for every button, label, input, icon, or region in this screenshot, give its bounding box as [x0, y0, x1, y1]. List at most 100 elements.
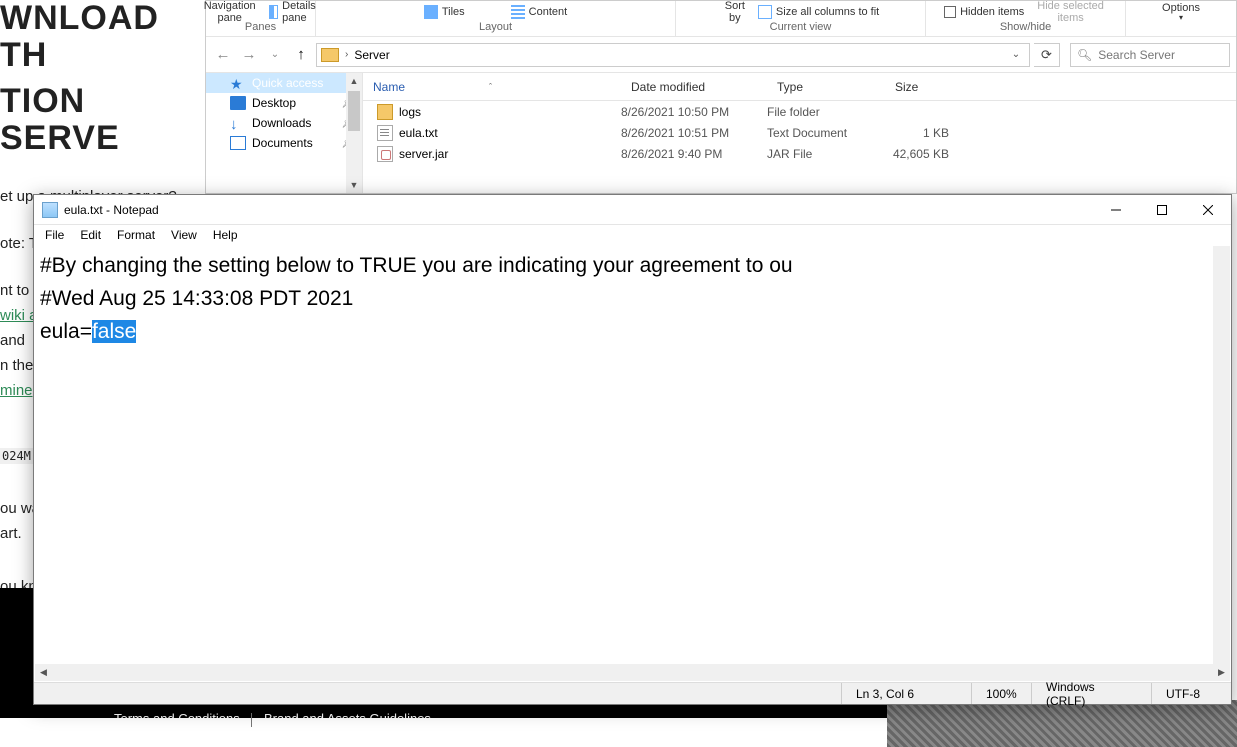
- sidebar-item-quick-access[interactable]: ★ Quick access: [206, 73, 362, 93]
- statusbar: Ln 3, Col 6 100% Windows (CRLF) UTF-8: [34, 682, 1231, 704]
- menu-file[interactable]: File: [38, 227, 71, 243]
- quick-access-icon: ★: [230, 76, 246, 90]
- navigation-sidebar: ★Quick accessDesktop📌︎↓Downloads📌︎Docume…: [206, 73, 363, 193]
- checkbox-icon: [944, 6, 956, 18]
- column-type[interactable]: Type: [767, 73, 885, 100]
- breadcrumb-item[interactable]: Server: [354, 48, 389, 62]
- file-row[interactable]: logs 8/26/2021 10:50 PMFile folder: [363, 101, 1236, 122]
- file-type: Text Document: [767, 126, 885, 140]
- folder-icon: [321, 48, 339, 62]
- close-button[interactable]: [1185, 195, 1231, 225]
- sidebar-item-documents[interactable]: Documents📌︎: [206, 133, 362, 153]
- column-size[interactable]: Size: [885, 73, 965, 100]
- folder-icon: [377, 104, 393, 120]
- file-date: 8/26/2021 10:51 PM: [621, 126, 767, 140]
- file-date: 8/26/2021 10:50 PM: [621, 105, 767, 119]
- nav-up-button[interactable]: ↑: [290, 44, 312, 66]
- sidebar-item-downloads[interactable]: ↓Downloads📌︎: [206, 113, 362, 133]
- titlebar[interactable]: eula.txt - Notepad: [34, 195, 1231, 225]
- status-encoding: UTF-8: [1151, 683, 1231, 704]
- file-row[interactable]: eula.txt 8/26/2021 10:51 PMText Document1…: [363, 122, 1236, 143]
- horizontal-scrollbar[interactable]: ◀ ▶: [35, 664, 1230, 681]
- text-editor[interactable]: #By changing the setting below to TRUE y…: [34, 245, 1231, 681]
- hidden-items-checkbox[interactable]: Hidden items: [941, 5, 1027, 19]
- sidebar-item-label: Desktop: [252, 96, 296, 110]
- file-name: logs: [399, 105, 421, 119]
- column-date[interactable]: Date modified: [621, 73, 767, 100]
- file-name: eula.txt: [399, 126, 438, 140]
- jar-icon: [377, 146, 393, 162]
- nav-recent-dropdown[interactable]: ⌄: [264, 44, 286, 66]
- menu-format[interactable]: Format: [110, 227, 162, 243]
- bg-link-wiki[interactable]: wiki a: [0, 307, 38, 324]
- file-explorer-window: Navigation pane Details pane Panes Tiles…: [205, 0, 1237, 194]
- file-type: JAR File: [767, 147, 885, 161]
- status-eol: Windows (CRLF): [1031, 683, 1151, 704]
- size-columns-button[interactable]: Size all columns to fit: [755, 4, 882, 20]
- scroll-down-icon[interactable]: ▼: [346, 177, 362, 193]
- file-size: 42,605 KB: [885, 147, 965, 161]
- menubar: FileEditFormatViewHelp: [34, 225, 1231, 245]
- menu-help[interactable]: Help: [206, 227, 245, 243]
- editor-line: #Wed Aug 25 14:33:08 PDT 2021: [40, 287, 353, 310]
- file-row[interactable]: server.jar 8/26/2021 9:40 PMJAR File42,60…: [363, 143, 1236, 164]
- file-date: 8/26/2021 9:40 PM: [621, 147, 767, 161]
- ribbon-group-label: Show/hide: [1000, 21, 1051, 35]
- status-zoom: 100%: [971, 683, 1031, 704]
- content-icon: [511, 5, 525, 19]
- bg-heading-2: TION SERVE: [0, 83, 205, 166]
- footer-link-terms[interactable]: Terms and Conditions: [114, 711, 240, 726]
- footer-link-brand[interactable]: Brand and Assets Guidelines: [264, 711, 431, 726]
- address-dropdown-icon[interactable]: ⌄: [1007, 49, 1025, 60]
- chevron-right-icon: ›: [345, 49, 348, 60]
- menu-edit[interactable]: Edit: [73, 227, 108, 243]
- content-view-button[interactable]: Content: [508, 4, 571, 20]
- refresh-button[interactable]: ⟳: [1034, 43, 1060, 67]
- minimize-button[interactable]: [1093, 195, 1139, 225]
- sidebar-item-desktop[interactable]: Desktop📌︎: [206, 93, 362, 113]
- bg-link-mine[interactable]: mine: [0, 382, 33, 399]
- column-headers: Nameˆ Date modified Type Size: [363, 73, 1236, 101]
- size-columns-icon: [758, 5, 772, 19]
- desktop-icon: [230, 96, 246, 110]
- scroll-left-icon[interactable]: ◀: [35, 664, 52, 681]
- sidebar-scrollbar[interactable]: ▲ ▼: [346, 73, 362, 193]
- file-name: server.jar: [399, 147, 448, 161]
- file-size: 1 KB: [885, 126, 965, 140]
- search-icon: 🔍︎: [1077, 48, 1092, 62]
- editor-line: #By changing the setting below to TRUE y…: [40, 254, 793, 277]
- ribbon-group-label: Current view: [770, 21, 832, 35]
- nav-forward-button[interactable]: →: [238, 44, 260, 66]
- column-name[interactable]: Nameˆ: [363, 73, 621, 100]
- ribbon-group-label: Panes: [245, 21, 276, 35]
- bg-code: 024M: [0, 448, 33, 464]
- menu-view[interactable]: View: [164, 227, 204, 243]
- address-bar[interactable]: › Server ⌄: [316, 43, 1030, 67]
- documents-icon: [230, 136, 246, 150]
- scrollbar-thumb[interactable]: [348, 91, 360, 131]
- txt-icon: [377, 125, 393, 141]
- sort-arrow-icon: ˆ: [489, 82, 492, 92]
- options-button[interactable]: Options ▾: [1156, 2, 1206, 23]
- sidebar-item-label: Quick access: [252, 76, 323, 90]
- sort-by-button[interactable]: Sort by: [719, 0, 751, 24]
- tiles-icon: [424, 5, 438, 19]
- search-box[interactable]: 🔍︎ Search Server: [1070, 43, 1230, 67]
- scroll-right-icon[interactable]: ▶: [1213, 664, 1230, 681]
- sidebar-item-label: Downloads: [252, 116, 311, 130]
- ribbon: Navigation pane Details pane Panes Tiles…: [206, 1, 1236, 37]
- maximize-button[interactable]: [1139, 195, 1185, 225]
- notepad-window: eula.txt - Notepad FileEditFormatViewHel…: [33, 194, 1232, 705]
- file-type: File folder: [767, 105, 885, 119]
- scroll-up-icon[interactable]: ▲: [346, 73, 362, 89]
- file-list-pane: Nameˆ Date modified Type Size logs 8/26/2…: [363, 73, 1236, 193]
- details-pane-icon: [269, 5, 278, 19]
- downloads-icon: ↓: [230, 116, 246, 130]
- nav-back-button[interactable]: ←: [212, 44, 234, 66]
- sidebar-item-label: Documents: [252, 136, 313, 150]
- footer-sep: [251, 713, 252, 727]
- vertical-scrollbar[interactable]: [1213, 246, 1230, 664]
- editor-line-prefix: eula=: [40, 320, 92, 343]
- tiles-view-button[interactable]: Tiles: [421, 4, 468, 20]
- bg-heading-1: WNLOAD TH: [0, 0, 205, 83]
